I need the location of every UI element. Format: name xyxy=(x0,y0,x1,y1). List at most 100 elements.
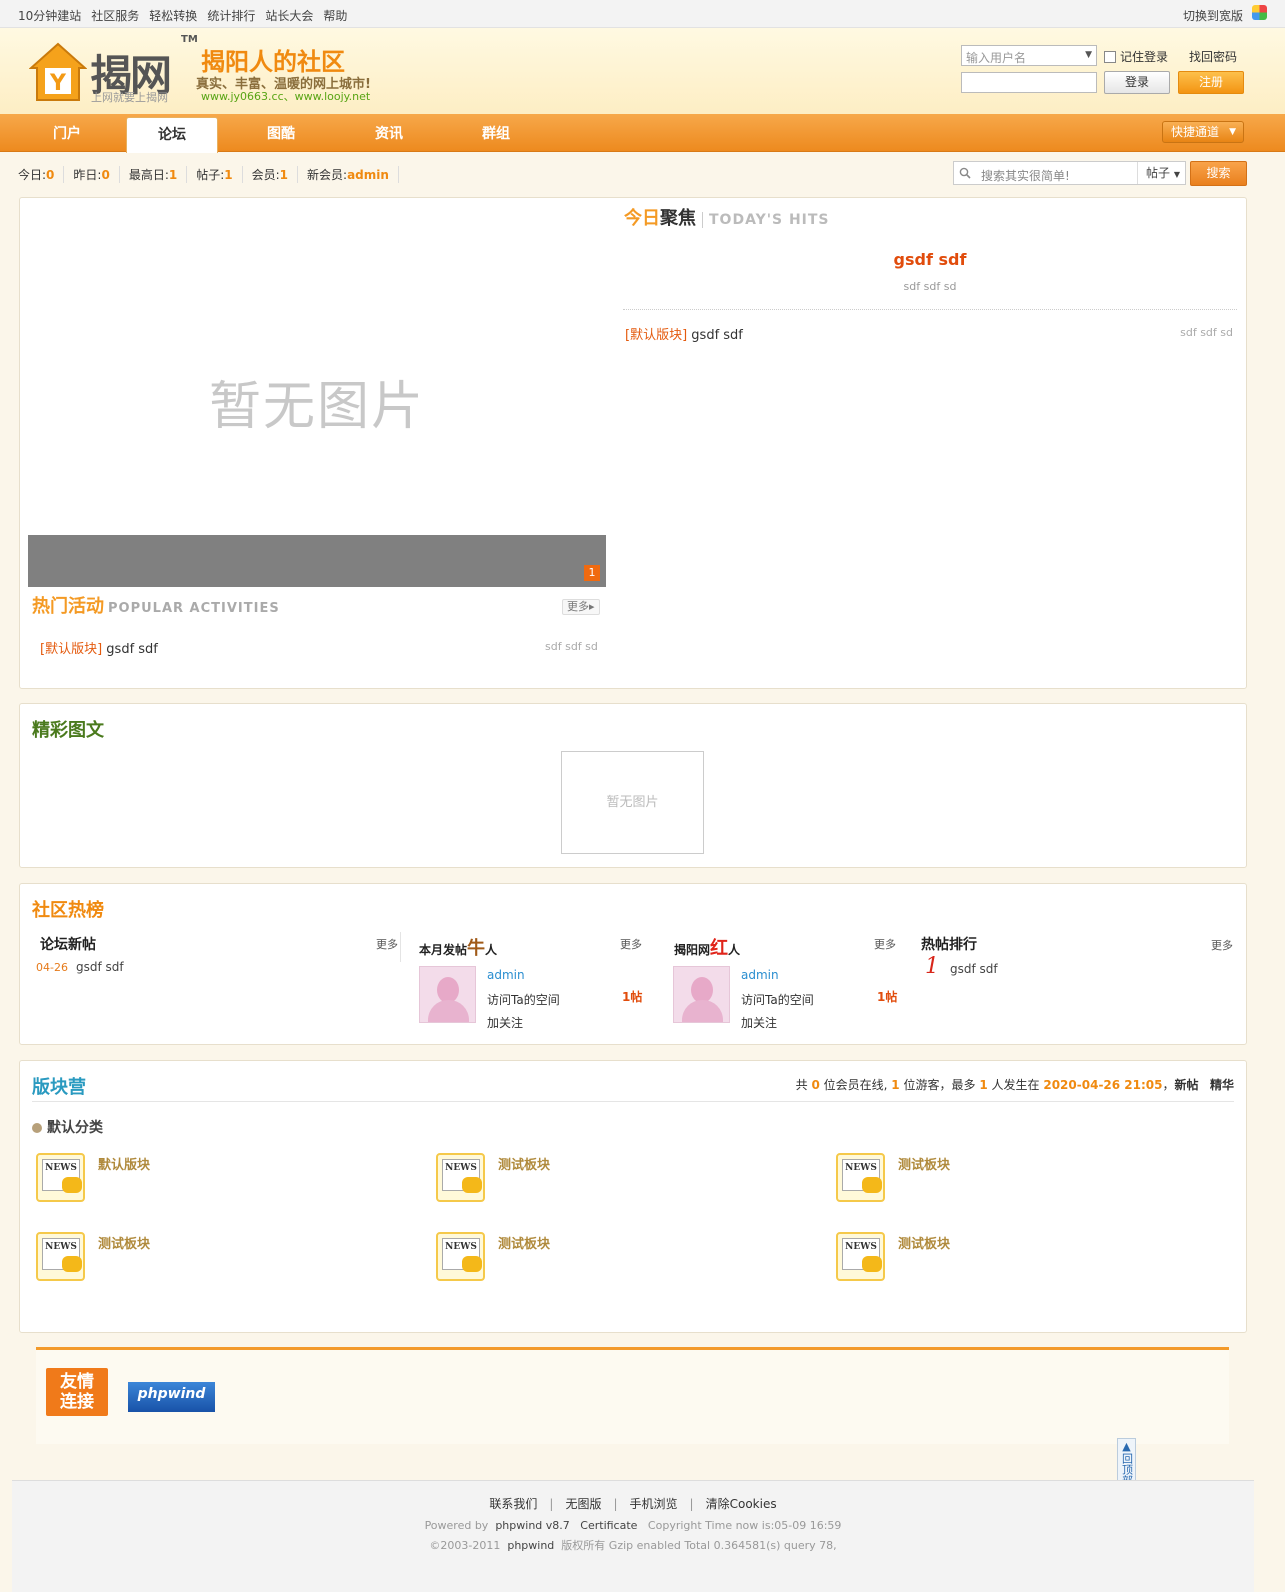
nav-portal[interactable]: 门户 xyxy=(21,114,113,152)
stat-members: 会员:1 xyxy=(243,166,299,183)
list-item-meta: sdf sdf sd xyxy=(545,640,598,653)
footer: 联系我们 | 无图版 | 手机浏览 | 清除Cookies Powered by phpwi… xyxy=(12,1480,1254,1592)
picture-posts-panel: 精彩图文 暂无图片 xyxy=(19,703,1247,868)
top-link-convert[interactable]: 轻松转换 xyxy=(149,7,197,24)
footer-link-contact[interactable]: 联系我们 xyxy=(489,1497,537,1511)
username-placeholder: 输入用户名 xyxy=(966,51,1027,65)
rank-number: 1 xyxy=(925,954,939,979)
slideshow-caption-bar: 1 xyxy=(28,535,606,587)
footer-link-mobile[interactable]: 手机浏览 xyxy=(630,1497,678,1511)
news-icon[interactable]: NEWS xyxy=(436,1153,485,1202)
nav-news[interactable]: 资讯 xyxy=(343,114,435,152)
username-select[interactable]: 输入用户名 ▼ xyxy=(961,45,1097,66)
more-button[interactable]: 更多▸ xyxy=(562,599,600,615)
remember-label: 记住登录 xyxy=(1120,50,1169,64)
list-item[interactable]: gsdf sdf xyxy=(950,962,998,976)
footer-links: 联系我们 | 无图版 | 手机浏览 | 清除Cookies xyxy=(489,1497,777,1511)
divider xyxy=(623,309,1237,310)
search-type-select[interactable]: 帖子 ▼ xyxy=(1137,162,1186,184)
visit-space-link[interactable]: 访问Ta的空间 xyxy=(741,991,814,1008)
phpwind-link[interactable]: phpwind v8.7 xyxy=(495,1519,569,1532)
follow-link[interactable]: 加关注 xyxy=(741,1014,777,1031)
no-image-placeholder: 暂无图片 xyxy=(208,377,425,437)
password-input[interactable] xyxy=(961,72,1097,93)
news-icon[interactable]: NEWS xyxy=(836,1153,885,1202)
forum-link[interactable]: 测试板块 xyxy=(898,1233,950,1252)
user-link[interactable]: admin xyxy=(741,968,779,982)
top-link-ranking[interactable]: 统计排行 xyxy=(207,7,255,24)
new-posts-title: 论坛新帖 xyxy=(40,937,96,953)
news-icon[interactable]: NEWS xyxy=(836,1232,885,1281)
divider xyxy=(32,1101,1234,1102)
friend-links-panel: 友情 连接 phpwind xyxy=(36,1347,1229,1444)
top-link-help[interactable]: 帮助 xyxy=(323,7,347,24)
more-link[interactable]: 更多 xyxy=(376,936,398,952)
section-title: 社区热榜 xyxy=(32,900,104,921)
list-item[interactable]: [默认版块] gsdf sdf xyxy=(40,638,158,657)
list-item[interactable]: gsdf sdf xyxy=(76,960,124,974)
register-button[interactable]: 注册 xyxy=(1178,71,1244,94)
chevron-down-icon: ▼ xyxy=(1085,50,1092,60)
logo-house-icon: Y xyxy=(29,42,87,101)
more-link[interactable]: 更多 xyxy=(874,936,896,952)
footer-powered: Powered by phpwind v8.7 Certificate Copy… xyxy=(424,1519,842,1532)
logo-trademark: TM xyxy=(181,34,198,45)
forum-link[interactable]: 测试板块 xyxy=(98,1233,150,1252)
new-posts-link[interactable]: 新帖 xyxy=(1175,1078,1199,1092)
search-placeholder: 搜索其实很简单! xyxy=(981,169,1070,183)
remember-login[interactable]: 记住登录 xyxy=(1104,48,1168,65)
user-link[interactable]: admin xyxy=(487,968,525,982)
search-button[interactable]: 搜索 xyxy=(1190,161,1247,186)
slide-page-button[interactable]: 1 xyxy=(584,565,600,581)
top-poster-title: 本月发帖牛人 xyxy=(419,938,498,959)
category-title[interactable]: 默认分类 xyxy=(32,1117,103,1137)
remember-checkbox[interactable] xyxy=(1104,50,1116,63)
chevron-down-icon: ▼ xyxy=(1173,170,1180,179)
red-person-title: 揭阳网红人 xyxy=(674,938,741,959)
forum-link[interactable]: 测试板块 xyxy=(498,1154,550,1173)
stat-yesterday: 昨日:0 xyxy=(64,166,120,183)
phpwind-logo-link[interactable]: phpwind xyxy=(128,1382,215,1412)
forgot-password-link[interactable]: 找回密码 xyxy=(1189,48,1237,65)
news-icon[interactable]: NEWS xyxy=(36,1153,85,1202)
color-palette-icon[interactable] xyxy=(1252,5,1267,20)
list-item-meta: sdf sdf sd xyxy=(1180,326,1233,339)
hits-headline-link[interactable]: gsdf sdf xyxy=(624,250,1236,269)
logo-subtitle: 上网就要上揭网 xyxy=(91,91,168,104)
forum-link[interactable]: 默认版块 xyxy=(98,1154,150,1173)
section-title: 精彩图文 xyxy=(32,720,104,741)
footer-link-text-version[interactable]: 无图版 xyxy=(565,1497,601,1511)
slideshow[interactable]: 暂无图片 xyxy=(28,206,606,586)
forum-link[interactable]: 测试板块 xyxy=(898,1154,950,1173)
newest-member-link[interactable]: admin xyxy=(347,168,389,182)
news-icon[interactable]: NEWS xyxy=(36,1232,85,1281)
more-link[interactable]: 更多 xyxy=(620,936,642,952)
switch-wide-link[interactable]: 切换到宽版 xyxy=(1183,7,1243,24)
more-link[interactable]: 更多 xyxy=(1211,937,1233,953)
quick-access-button[interactable]: 快捷通道 ▼ xyxy=(1162,121,1244,143)
search-input[interactable]: 搜索其实很简单! 帖子 ▼ xyxy=(953,161,1186,185)
post-count: 1帖 xyxy=(622,990,643,1004)
top-link-build[interactable]: 10分钟建站 xyxy=(18,7,81,24)
avatar[interactable] xyxy=(419,966,476,1023)
section-title: 版块营 xyxy=(32,1077,86,1098)
login-button[interactable]: 登录 xyxy=(1104,71,1170,94)
list-item[interactable]: [默认版块] gsdf sdf xyxy=(625,324,743,343)
follow-link[interactable]: 加关注 xyxy=(487,1014,523,1031)
nav-gallery[interactable]: 图酷 xyxy=(235,114,327,152)
nav-forum[interactable]: 论坛 xyxy=(126,117,218,153)
stat-today: 今日:0 xyxy=(18,166,65,183)
visit-space-link[interactable]: 访问Ta的空间 xyxy=(487,991,560,1008)
post-count: 1帖 xyxy=(877,990,898,1004)
digest-link[interactable]: 精华 xyxy=(1210,1078,1234,1092)
forum-link[interactable]: 测试板块 xyxy=(498,1233,550,1252)
top-link-services[interactable]: 社区服务 xyxy=(91,7,139,24)
no-image-card[interactable]: 暂无图片 xyxy=(561,751,704,854)
avatar[interactable] xyxy=(673,966,730,1023)
top-link-webmaster[interactable]: 站长大会 xyxy=(265,7,313,24)
nav-groups[interactable]: 群组 xyxy=(450,114,542,152)
footer-link-clear-cookies[interactable]: 清除Cookies xyxy=(706,1497,777,1511)
divider xyxy=(400,932,401,962)
certificate-link[interactable]: Certificate xyxy=(580,1519,637,1532)
news-icon[interactable]: NEWS xyxy=(436,1232,485,1281)
